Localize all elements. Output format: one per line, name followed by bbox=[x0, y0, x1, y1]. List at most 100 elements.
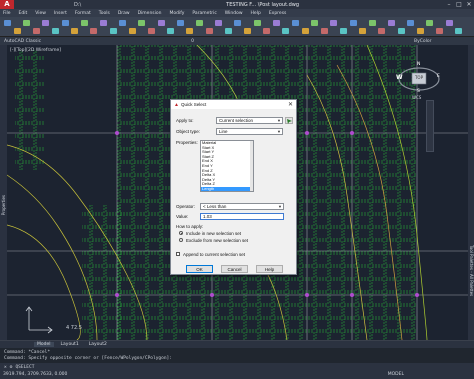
toolbar-tool-icon[interactable] bbox=[301, 28, 309, 34]
toolbar-tool-icon[interactable] bbox=[349, 20, 357, 26]
cancel-button[interactable]: Cancel bbox=[221, 265, 248, 273]
toolbar-tool-icon[interactable] bbox=[320, 28, 328, 34]
toolbar-tool-icon[interactable] bbox=[224, 28, 232, 34]
menu-item-tools[interactable]: Tools bbox=[99, 11, 110, 16]
navigation-bar[interactable] bbox=[426, 100, 434, 152]
viewcube[interactable]: TOP N S W E bbox=[396, 62, 441, 94]
toolbar-tool-icon[interactable] bbox=[234, 20, 242, 26]
viewcube-top-face[interactable]: TOP bbox=[412, 75, 426, 80]
menu-item-edit[interactable]: Edit bbox=[19, 11, 28, 16]
toolbar-tool-icon[interactable] bbox=[157, 20, 165, 26]
toolbar-tool-icon[interactable] bbox=[128, 28, 136, 34]
compass-west[interactable]: W bbox=[396, 74, 403, 81]
toolbar-tool-icon[interactable] bbox=[426, 20, 434, 26]
toolbar-tool-icon[interactable] bbox=[138, 20, 146, 26]
toolbar-tool-icon[interactable] bbox=[368, 20, 376, 26]
toolbar-tool-icon[interactable] bbox=[416, 28, 424, 34]
properties-palette-bar[interactable]: Properties bbox=[0, 45, 7, 340]
toolbar-tool-icon[interactable] bbox=[436, 28, 443, 34]
menu-item-draw[interactable]: Draw bbox=[118, 11, 130, 16]
properties-listbox[interactable]: Material Start X Start Y Start Z End X End YE… bbox=[200, 140, 254, 192]
minimize-icon[interactable]: – bbox=[444, 0, 454, 9]
color-dropdown[interactable]: ByColor bbox=[414, 39, 432, 44]
help-button[interactable]: Help bbox=[256, 265, 283, 273]
include-radio[interactable] bbox=[179, 231, 183, 235]
append-checkbox[interactable] bbox=[176, 252, 180, 256]
close-icon[interactable]: ✕ bbox=[288, 101, 293, 108]
wrench-icon[interactable]: ⚙ bbox=[10, 365, 13, 370]
toolbar-tool-icon[interactable] bbox=[263, 28, 271, 34]
toolbar-tool-icon[interactable] bbox=[272, 20, 280, 26]
toolbar-tool-icon[interactable] bbox=[253, 20, 261, 26]
toolbar-tool-icon[interactable] bbox=[52, 28, 59, 34]
workspace-selector[interactable]: AutoCAD Classic bbox=[4, 39, 41, 44]
menu-item-modify[interactable]: Modify bbox=[170, 11, 185, 16]
compass-east[interactable]: E bbox=[437, 74, 440, 79]
exclude-radio[interactable] bbox=[179, 238, 183, 242]
tab-layout2[interactable]: Layout2 bbox=[86, 342, 110, 347]
toolbar-tool-icon[interactable] bbox=[167, 28, 175, 34]
toolbar-tool-icon[interactable] bbox=[186, 28, 194, 34]
menu-item-window[interactable]: Window bbox=[225, 11, 243, 16]
toolbar-tool-icon[interactable] bbox=[61, 20, 69, 26]
object-type-select[interactable]: Line ▼ bbox=[216, 128, 283, 135]
ok-button[interactable]: OK bbox=[186, 265, 213, 273]
toolbar-tool-icon[interactable] bbox=[445, 20, 453, 26]
menu-item-express[interactable]: Express bbox=[269, 11, 287, 16]
menu-item-insert[interactable]: Insert bbox=[54, 11, 67, 16]
toolbar-tool-icon[interactable] bbox=[292, 20, 299, 26]
close-icon[interactable]: ✕ bbox=[464, 0, 474, 9]
toolbar-tool-icon[interactable] bbox=[397, 28, 405, 34]
toolbar-tool-icon[interactable] bbox=[4, 20, 11, 26]
toolbar-tool-icon[interactable] bbox=[311, 20, 319, 26]
toolbar-tool-icon[interactable] bbox=[407, 20, 415, 26]
dialog-title-bar[interactable]: ▲ Quick Select ✕ bbox=[171, 100, 296, 109]
menu-item-view[interactable]: View bbox=[35, 11, 46, 16]
toolbar-tool-icon[interactable] bbox=[71, 28, 79, 34]
compass-north[interactable]: N bbox=[417, 62, 420, 67]
menu-item-dimension[interactable]: Dimension bbox=[138, 11, 162, 16]
toolbar-tool-icon[interactable] bbox=[32, 28, 40, 34]
toolbar-tool-icon[interactable] bbox=[196, 20, 203, 26]
compass-south[interactable]: S bbox=[417, 89, 420, 94]
toolbar-tool-icon[interactable] bbox=[282, 28, 290, 34]
toolbar-tool-icon[interactable] bbox=[215, 20, 223, 26]
autocad-logo-icon[interactable]: A bbox=[0, 0, 14, 9]
tab-layout1[interactable]: Layout1 bbox=[58, 342, 82, 347]
toolbar-tool-icon[interactable] bbox=[100, 20, 107, 26]
properties-scrollbar[interactable] bbox=[250, 141, 253, 191]
model-space-toggle[interactable]: MODEL bbox=[388, 372, 404, 377]
layer-dropdown[interactable]: 0 bbox=[191, 39, 194, 44]
toolbar-tool-icon[interactable] bbox=[109, 28, 117, 34]
toolbar-tool-icon[interactable] bbox=[378, 28, 386, 34]
menu-item-format[interactable]: Format bbox=[75, 11, 91, 16]
wcs-menu[interactable]: WCS bbox=[412, 95, 421, 100]
tab-model[interactable]: Model bbox=[34, 342, 54, 347]
toolbar-tool-icon[interactable] bbox=[90, 28, 98, 34]
toolbar-tool-icon[interactable] bbox=[244, 28, 251, 34]
command-close-icon[interactable]: ✕ bbox=[4, 365, 7, 370]
value-input[interactable]: 1.03 bbox=[200, 213, 284, 220]
viewport-controls[interactable]: [-][Top][2D Wireframe] bbox=[10, 48, 61, 53]
toolbar-tool-icon[interactable] bbox=[13, 28, 21, 34]
maximize-icon[interactable]: □ bbox=[454, 0, 464, 9]
toolbar-tool-icon[interactable] bbox=[42, 20, 50, 26]
toolbar-tool-icon[interactable] bbox=[340, 28, 347, 34]
tool-palettes-bar[interactable]: Tool Palettes - All Palettes bbox=[468, 45, 474, 340]
toolbar-tool-icon[interactable] bbox=[388, 20, 395, 26]
toolbar-tool-icon[interactable] bbox=[23, 20, 31, 26]
operator-select[interactable]: < Less than ▼ bbox=[200, 203, 284, 210]
toolbar-tool-icon[interactable] bbox=[119, 20, 127, 26]
toolbar-tool-icon[interactable] bbox=[80, 20, 88, 26]
menu-item-help[interactable]: Help bbox=[251, 11, 261, 16]
menu-item-parametric[interactable]: Parametric bbox=[192, 11, 216, 16]
apply-to-select[interactable]: Current selection ▼ bbox=[216, 117, 283, 124]
menu-item-file[interactable]: File bbox=[3, 11, 11, 16]
toolbar-tool-icon[interactable] bbox=[176, 20, 184, 26]
toolbar-tool-icon[interactable] bbox=[359, 28, 367, 34]
toolbar-tool-icon[interactable] bbox=[205, 28, 213, 34]
toolbar-tool-icon[interactable] bbox=[330, 20, 338, 26]
select-objects-button[interactable] bbox=[285, 117, 293, 124]
toolbar-tool-icon[interactable] bbox=[455, 28, 463, 34]
toolbar-tool-icon[interactable] bbox=[148, 28, 155, 34]
